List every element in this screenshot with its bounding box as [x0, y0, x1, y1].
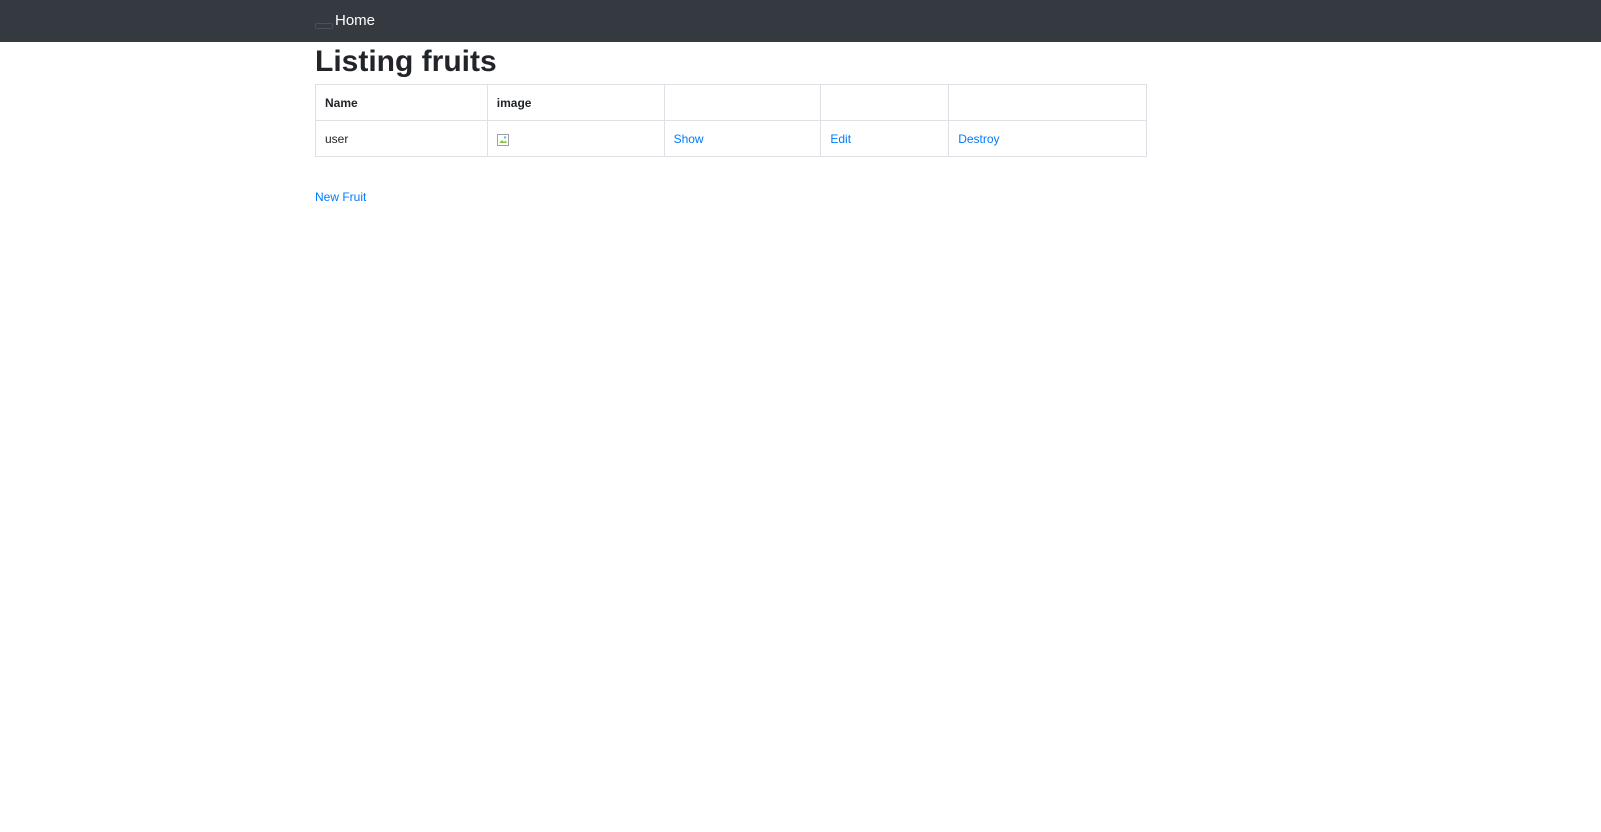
column-header-image: image — [486, 84, 665, 121]
destroy-link[interactable]: Destroy — [958, 132, 999, 146]
edit-cell: Edit — [820, 120, 950, 157]
edit-link[interactable]: Edit — [830, 132, 851, 146]
show-cell: Show — [663, 120, 822, 157]
column-header-name: Name — [315, 84, 488, 121]
column-header-show — [663, 84, 822, 121]
fruit-image-cell — [486, 120, 665, 157]
navbar-brand-home-link[interactable]: Home — [335, 11, 375, 31]
table-row: user Show Edit Destroy — [315, 120, 1147, 157]
column-header-edit — [820, 84, 950, 121]
show-link[interactable]: Show — [674, 132, 704, 146]
navbar-toggler-button[interactable] — [315, 23, 333, 29]
destroy-cell: Destroy — [948, 120, 1147, 157]
fruit-name-cell: user — [315, 120, 488, 157]
navbar: Home — [0, 0, 1601, 42]
new-fruit-link[interactable]: New Fruit — [315, 190, 366, 204]
page-title: Listing fruits — [315, 45, 497, 78]
table-header-row: Name image — [315, 84, 1147, 121]
broken-image-icon — [496, 134, 509, 147]
column-header-destroy — [948, 84, 1147, 121]
fruits-table: Name image user Show Edit Destroy — [315, 84, 1147, 157]
